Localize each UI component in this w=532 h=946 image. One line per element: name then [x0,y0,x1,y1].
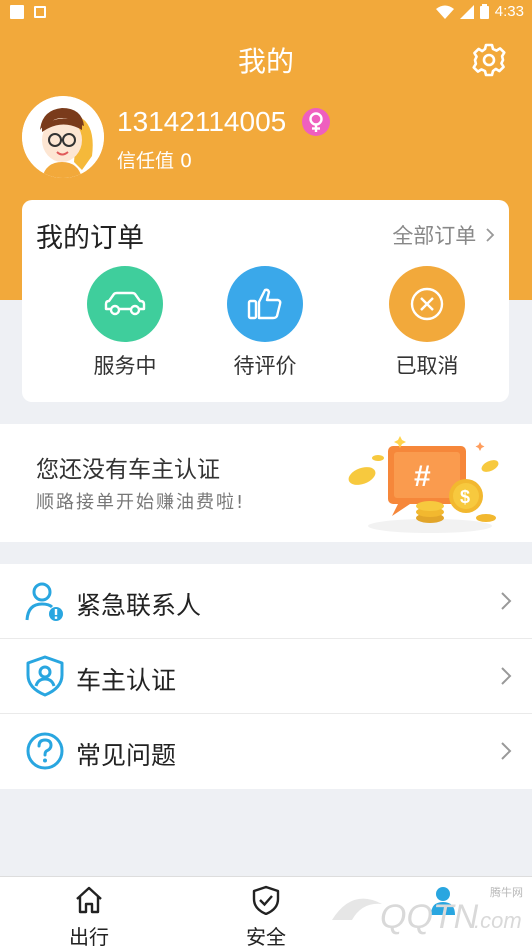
menu-label-driver-certification: 车主认证 [76,666,177,695]
notification-icon [34,6,46,18]
signal-icon [459,4,474,19]
orders-title: 我的订单 [36,223,144,254]
avatar[interactable] [22,96,104,178]
status-bar: 4:33 [0,0,532,26]
menu-item-driver-certification[interactable]: 车主认证 [0,639,532,714]
menu-item-faq[interactable]: 常见问题 [0,714,532,789]
shield-user-icon [26,655,64,697]
coins-illustration: # $ [348,436,499,533]
emergency-contact-icon [25,582,63,621]
order-cancelled-label: 已取消 [395,354,459,378]
menu-label-faq: 常见问题 [76,741,177,770]
order-cancelled-button[interactable]: 已取消 [367,266,487,380]
menu-label-emergency-contact: 紧急联系人 [76,591,202,620]
shield-check-icon [252,885,280,916]
order-in-service-button[interactable]: 服务中 [65,266,185,380]
all-orders-link[interactable]: 全部订单 [392,220,495,250]
chevron-right-icon [501,742,512,760]
watermark-cn: 腾牛网 [490,885,523,899]
car-icon [87,266,163,342]
watermark-suffix: .com [474,908,522,933]
chevron-right-icon [486,228,495,242]
menu-item-emergency-contact[interactable]: 紧急联系人 [0,564,532,639]
banner-subtitle: 顺路接单开始赚油费啦! [36,492,246,513]
battery-icon [479,4,489,19]
chevron-right-icon [501,592,512,610]
chevron-right-icon [501,667,512,685]
home-icon [76,886,102,914]
trust-score: 信任值 0 [117,150,193,172]
notification-icon [10,5,24,19]
help-icon [26,732,64,770]
female-icon [302,108,330,136]
wifi-icon [435,5,454,19]
site-watermark: QQTN .com 腾牛网 [332,885,523,936]
tab-safety-label: 安全 [246,925,286,946]
page-title: 我的 [237,45,294,78]
order-in-service-label: 服务中 [93,354,157,378]
thumbs-up-icon [227,266,303,342]
tab-travel-label: 出行 [69,925,109,946]
svg-text:$: $ [460,487,470,507]
tab-safety[interactable]: 安全 [211,885,321,946]
watermark-brand: QQTN [380,898,479,936]
tab-travel[interactable]: 出行 [34,885,144,946]
order-to-review-label: 待评价 [233,354,297,378]
all-orders-label: 全部订单 [392,224,477,248]
driver-certification-banner[interactable]: 您还没有车主认证 顺路接单开始赚油费啦! # $ [0,424,532,542]
gear-icon[interactable] [471,42,507,78]
order-to-review-button[interactable]: 待评价 [205,266,325,380]
cancel-icon [389,266,465,342]
settings-menu: 紧急联系人 车主认证 常见问题 [0,564,532,789]
phone-number: 13142114005 [117,106,287,137]
banner-title: 您还没有车主认证 [36,457,220,483]
status-time: 4:33 [494,3,524,20]
orders-card: 我的订单 全部订单 服务中 待评价 已取消 [22,200,509,402]
avatar-illustration [22,96,104,178]
hash-symbol: # [414,460,431,493]
